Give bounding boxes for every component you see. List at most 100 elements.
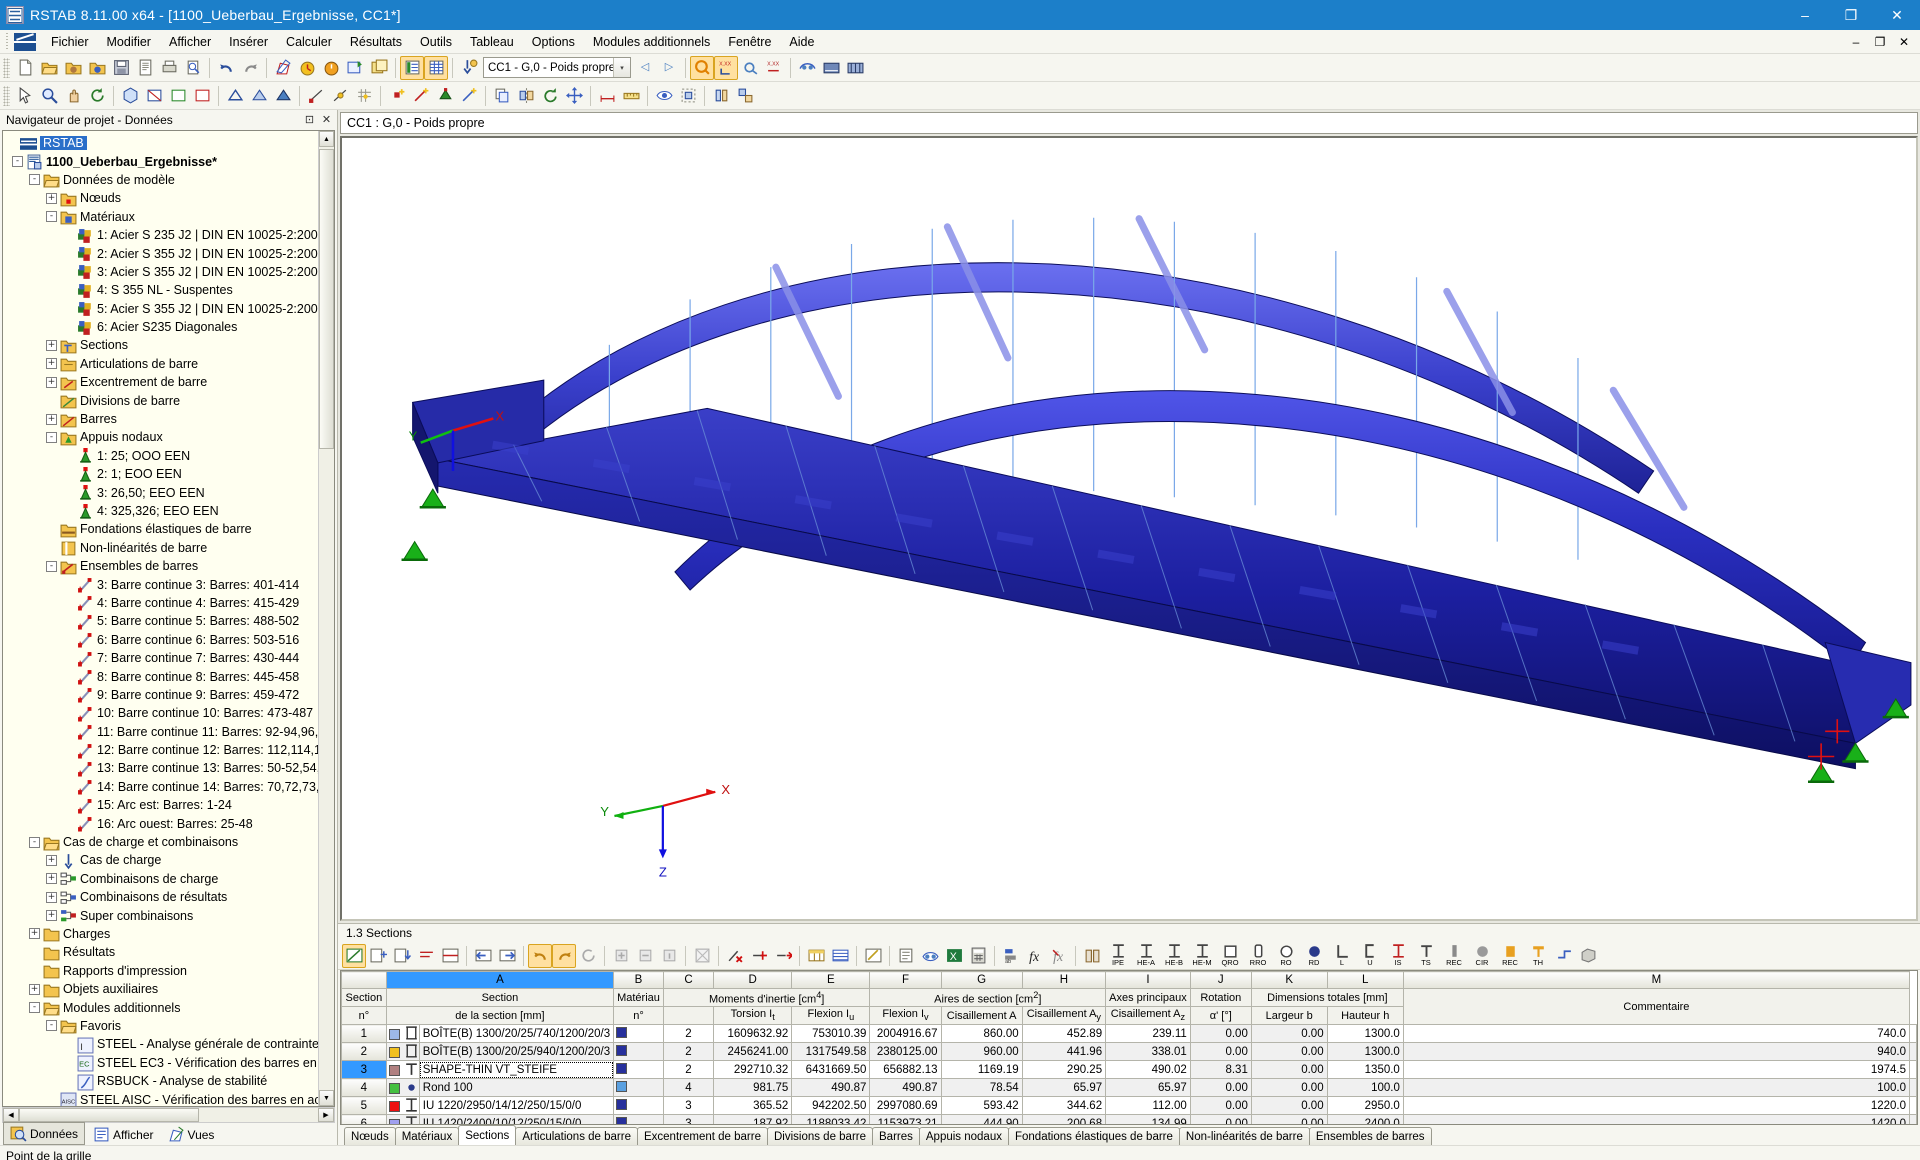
table-row[interactable]: 3 SHAPE-THIN VT_STEIFE 2 292710.32 6431669.5… [341,1060,1917,1079]
rotate-object-icon[interactable] [538,84,562,108]
table-columns-icon[interactable] [804,944,828,968]
snap-grid-icon[interactable] [352,84,376,108]
menu-item-afficher[interactable]: Afficher [160,32,220,52]
shear-area-z-cell[interactable]: 239.11 [1105,1024,1191,1043]
tree-item-donn-es-de-mod-le[interactable]: - Données de modèle [6,171,334,189]
scroll-left-arrow[interactable]: ◀ [3,1108,19,1122]
tree-item-modules-additionnels[interactable]: - Modules additionnels [6,998,334,1016]
row-header-cell[interactable]: 6 [341,1114,387,1124]
tree-item-1-acier-s-235-j2-din-en-10025-2-2004-1[interactable]: 1: Acier S 235 J2 | DIN EN 10025-2:2004-… [6,226,334,244]
menu-item-tableau[interactable]: Tableau [461,32,523,52]
tree-item-13-barre-continue-13-barres-50-52-54-5[interactable]: 13: Barre continue 13: Barres: 50-52,54,… [6,759,334,777]
tree-item-root[interactable]: RSTAB [6,134,334,152]
new-window-icon[interactable] [367,56,391,80]
section-name-cell[interactable]: SHAPE-THIN VT_STEIFE [418,1060,615,1079]
undo-table-icon[interactable] [528,943,552,968]
shear-area-y-cell[interactable]: 452.89 [1021,1024,1107,1043]
alpha-prime-cell[interactable]: 0.00 [1250,1114,1328,1124]
menu-grip-handle[interactable] [4,32,10,51]
tree-item-5-barre-continue-5-barres-488-502[interactable]: 5: Barre continue 5: Barres: 488-502 [6,612,334,630]
table-tab-fondations-lastiques-de-barre[interactable]: Fondations élastiques de barre [1007,1127,1180,1145]
tree-item-steel-aisc-v-rification-des-barres-en-ac[interactable]: AISC STEEL AISC - Vérification des barres… [6,1090,334,1106]
calculator-icon[interactable] [966,944,990,968]
render-solid-icon[interactable] [843,56,867,80]
alpha-cell[interactable]: 0.00 [1189,1078,1252,1097]
section-icon[interactable] [709,84,733,108]
tree-item-favoris[interactable]: - Favoris [6,1017,334,1035]
hscroll-track[interactable] [19,1108,318,1122]
table-tab-barres[interactable]: Barres [872,1127,920,1145]
grid-column-header-d[interactable]: D [713,971,793,989]
row-header-cell[interactable]: 5 [341,1096,387,1115]
show-values-icon[interactable]: X.XX [714,55,738,80]
grid-corner-cell[interactable] [341,971,387,989]
print-preview-icon[interactable] [157,56,181,80]
tree-expander[interactable]: + [46,854,57,866]
new-node-icon[interactable] [385,84,409,108]
menu-item-ins-rer[interactable]: Insérer [220,32,277,52]
maximize-button[interactable]: ❐ [1828,0,1874,30]
tree-expander[interactable]: + [46,192,57,204]
solid-model-icon[interactable] [271,84,295,108]
hidden-lines-icon[interactable] [247,84,271,108]
width-b-cell[interactable]: 2400.0 [1326,1114,1404,1124]
grid-column-header-e[interactable]: E [791,971,871,989]
move-object-icon[interactable] [562,84,586,108]
flexion-iv-cell[interactable]: 2997080.69 [869,1096,942,1115]
formula-icon[interactable]: fx [1023,944,1047,968]
view-xy-icon[interactable] [142,84,166,108]
view-yz-icon[interactable] [190,84,214,108]
grid-column-header-c[interactable]: C [662,971,715,989]
tree-item-rapports-d-impression[interactable]: Rapports d'impression [6,962,334,980]
section-shape-button-qro[interactable]: QRO [1216,943,1244,969]
tree-item-2-acier-s-355-j2-din-en-10025-2-2004-1[interactable]: 2: Acier S 355 J2 | DIN EN 10025-2:2004-… [6,244,334,262]
height-h-cell[interactable]: 100.0 [1402,1078,1911,1097]
open-file-icon[interactable] [37,56,61,80]
width-b-cell[interactable]: 1350.0 [1326,1060,1404,1079]
grid-column-header-i[interactable]: I [1105,971,1191,989]
tree-item-1100-ueberbau-ergebnisse[interactable]: - 1100_Ueberbau_Ergebnisse* [6,152,334,170]
tree-expander[interactable]: + [46,891,57,903]
material-color-swatch-cell[interactable] [613,1114,664,1124]
load-case-combo[interactable]: CC1 - G,0 - Poids propre ▾ [483,57,631,78]
section-color-swatch-cell[interactable] [385,1096,420,1115]
flexion-iv-cell[interactable]: 2004916.67 [869,1024,942,1043]
tree-expander[interactable]: + [46,910,57,922]
tree-expander[interactable]: + [29,983,40,995]
section-color-swatch-cell[interactable] [385,1060,420,1079]
table-tab-excentrement-de-barre[interactable]: Excentrement de barre [636,1127,768,1145]
tree-expander[interactable]: - [46,1020,57,1032]
height-h-cell[interactable]: 1220.0 [1402,1096,1911,1115]
pointer-select-icon[interactable] [13,84,37,108]
tree-item-4-325-326-eeo-een[interactable]: 4: 325,326; EEO EEN [6,502,334,520]
sections-grid[interactable]: A B C D E F G H I J K L M Section Section Matériau Momen… [341,971,1917,1124]
tree-item-3-barre-continue-3-barres-401-414[interactable]: 3: Barre continue 3: Barres: 401-414 [6,575,334,593]
tree-item-rsbuck-analyse-de-stabilit[interactable]: RSBUCK - Analyse de stabilité [6,1072,334,1091]
tree-item-7-barre-continue-7-barres-430-444[interactable]: 7: Barre continue 7: Barres: 430-444 [6,649,334,667]
row-header-cell[interactable]: 4 [341,1078,387,1097]
partial-view-icon[interactable] [676,84,700,108]
torsion-it-cell[interactable]: 292710.32 [713,1060,793,1079]
material-number-cell[interactable]: 2 [662,1060,715,1079]
section-shape-button-rd[interactable]: RD [1300,943,1328,969]
scroll-right-arrow[interactable]: ▶ [318,1108,334,1122]
material-number-cell[interactable]: 3 [662,1096,715,1115]
table-tab-appuis-nodaux[interactable]: Appuis nodaux [918,1127,1009,1145]
tree-item-10-barre-continue-10-barres-473-487[interactable]: 10: Barre continue 10: Barres: 473-487 [6,704,334,722]
table-tab-non-lin-arit-s-de-barre[interactable]: Non-linéarités de barre [1178,1127,1310,1145]
view-iso-icon[interactable] [118,84,142,108]
section-shape-button-u[interactable]: U [1356,943,1384,969]
tree-item-articulations-de-barre[interactable]: + Articulations de barre [6,355,334,373]
flexion-iu-cell[interactable]: 753010.39 [791,1024,871,1043]
height-h-cell[interactable]: 740.0 [1402,1024,1911,1043]
tree-expander[interactable]: + [46,873,57,885]
save-icon[interactable] [109,56,133,80]
torsion-it-cell[interactable]: 981.75 [713,1078,793,1097]
flexion-iu-cell[interactable]: 942202.50 [791,1096,871,1115]
dimension-icon[interactable] [595,84,619,108]
group-icon[interactable] [733,84,757,108]
tree-item-2-1-eoo-een[interactable]: 2: 1; EOO EEN [6,465,334,483]
close-button[interactable]: ✕ [1874,0,1920,30]
shear-area-y-cell[interactable]: 200.68 [1021,1114,1107,1124]
section-shape-button-he-m[interactable]: HE-M [1188,943,1216,969]
